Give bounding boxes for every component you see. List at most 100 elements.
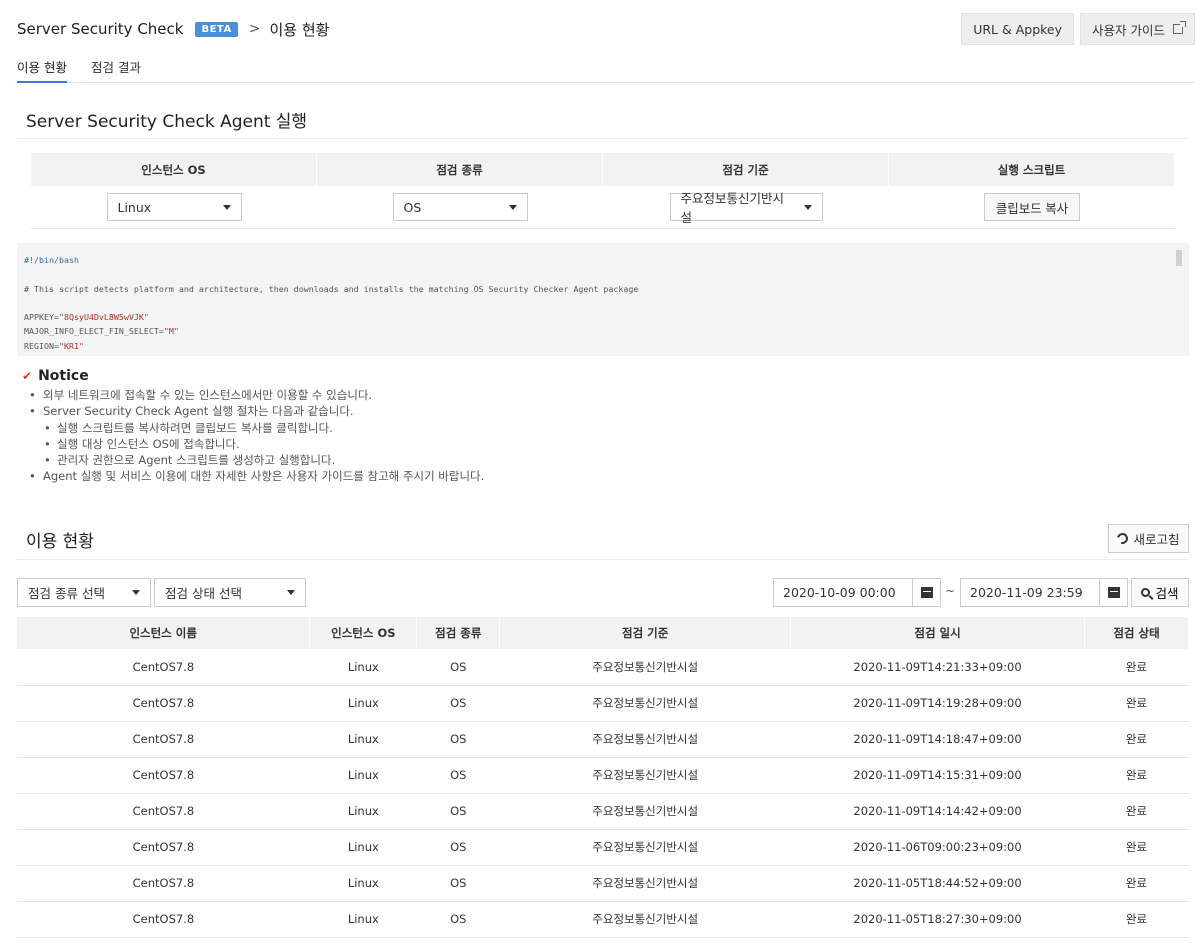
search-button[interactable]: 검색	[1131, 578, 1189, 607]
script-var-value: "M"	[163, 326, 179, 337]
instance-name-cell: CentOS7.8	[17, 829, 310, 866]
column-header[interactable]: 점검 종류	[416, 617, 501, 649]
instance-os-cell: Linux	[309, 829, 417, 866]
external-link-icon	[1173, 21, 1186, 34]
table-header-row: 인스턴스 이름 인스턴스 OS 점검 종류 점검 기준 점검 일시 점검 상태	[17, 617, 1189, 649]
check-status-cell: 완료	[1084, 793, 1189, 830]
search-label: 검색	[1155, 587, 1179, 601]
usage-section-title: 이용 현황	[17, 527, 1189, 560]
table-row[interactable]: CentOS7.8 Linux OS 주요정보통신기반시설 2020-11-05T18:…	[17, 901, 1189, 938]
refresh-label: 새로고침	[1133, 533, 1180, 547]
page-header: Server Security Check BETA > 이용 현황 URL &…	[17, 12, 1195, 46]
table-row[interactable]: CentOS7.8 Linux OS 주요정보통신기반시설 2020-11-09T14:…	[17, 649, 1189, 686]
notice-subitem: 관리자 권한으로 Agent 스크립트를 생성하고 실행합니다.	[22, 452, 1182, 469]
check-status-cell: 완료	[1084, 721, 1189, 758]
column-header[interactable]: 인스턴스 OS	[309, 617, 418, 649]
check-status-cell: 완료	[1084, 865, 1189, 902]
check-time-cell: 2020-11-05T18:27:30+09:00	[790, 901, 1085, 938]
instance-os-select[interactable]: Linux	[106, 193, 242, 221]
caret-down-icon	[803, 204, 812, 210]
date-from-value: 2020-10-09 00:00	[783, 585, 896, 600]
check-status-cell: 완료	[1084, 901, 1189, 938]
notice-item: 외부 네트워크에 접속할 수 있는 인스턴스에서만 이용할 수 있습니다.	[22, 387, 1182, 404]
caret-down-icon	[508, 204, 517, 210]
column-header[interactable]: 인스턴스 이름	[17, 617, 311, 649]
search-icon	[1141, 588, 1151, 597]
refresh-icon	[1115, 530, 1131, 547]
check-time-cell: 2020-11-09T14:18:47+09:00	[790, 721, 1085, 758]
date-to-field[interactable]: 2020-11-09 23:59	[960, 578, 1128, 607]
instance-os-cell: Linux	[309, 685, 417, 722]
column-header[interactable]: 점검 일시	[790, 617, 1085, 649]
filter-check-type-value: 점검 종류 선택	[28, 586, 105, 601]
copy-to-clipboard-button[interactable]: 클립보드 복사	[983, 193, 1081, 221]
notice-box: ✔ Notice 외부 네트워크에 접속할 수 있는 인스턴스에서만 이용할 수…	[22, 367, 1182, 485]
check-time-cell: 2020-11-09T14:21:33+09:00	[790, 649, 1085, 686]
date-to-value: 2020-11-09 23:59	[970, 585, 1083, 600]
check-status-cell: 완료	[1084, 649, 1189, 686]
filter-check-status-select[interactable]: 점검 상태 선택	[154, 578, 306, 607]
check-time-cell: 2020-11-09T14:14:42+09:00	[790, 793, 1085, 830]
check-standard-cell: 주요정보통신기반시설	[499, 901, 791, 938]
table-row[interactable]: CentOS7.8 Linux OS 주요정보통신기반시설 2020-11-09T14:…	[17, 757, 1189, 794]
instance-os-cell: Linux	[309, 757, 417, 794]
code-scrollbar[interactable]	[1176, 250, 1182, 266]
check-type-select[interactable]: OS	[392, 193, 528, 221]
check-type-cell: OS	[416, 757, 500, 794]
table-row[interactable]: CentOS7.8 Linux OS 주요정보통신기반시설 2020-11-09T14:…	[17, 721, 1189, 758]
breadcrumb-separator: >	[248, 21, 261, 37]
table-row[interactable]: CentOS7.8 Linux OS 주요정보통신기반시설 2020-11-09T14:…	[17, 685, 1189, 722]
calendar-icon	[920, 587, 933, 598]
script-code-block[interactable]: #!/bin/bash # This script detects platfo…	[17, 243, 1189, 356]
check-icon: ✔	[22, 369, 33, 383]
agent-config-table: 인스턴스 OS 점검 종류 점검 기준 실행 스크립트 Linux OS 주요정…	[31, 153, 1175, 229]
tab-usage[interactable]: 이용 현황	[17, 54, 67, 83]
check-standard-cell: 주요정보통신기반시설	[499, 793, 791, 830]
check-type-cell: OS	[416, 865, 500, 902]
instance-name-cell: CentOS7.8	[17, 649, 310, 686]
tab-results[interactable]: 점검 결과	[91, 54, 141, 83]
instance-os-value: Linux	[117, 199, 152, 215]
calendar-icon	[1107, 587, 1120, 598]
column-header: 인스턴스 OS	[31, 153, 317, 186]
column-header[interactable]: 점검 기준	[499, 617, 792, 649]
table-row[interactable]: CentOS7.8 Linux OS 주요정보통신기반시설 2020-11-06T09:…	[17, 829, 1189, 866]
check-standard-cell: 주요정보통신기반시설	[499, 685, 791, 722]
notice-subitem: 실행 대상 인스턴스 OS에 접속합니다.	[22, 436, 1182, 453]
table-row[interactable]: CentOS7.8 Linux OS 주요정보통신기반시설 2020-11-05T18:…	[17, 865, 1189, 902]
date-from-calendar-button[interactable]	[912, 579, 940, 606]
table-row[interactable]: CentOS7.8 Linux OS 주요정보통신기반시설 2020-11-09T14:…	[17, 793, 1189, 830]
instance-name-cell: CentOS7.8	[17, 901, 310, 938]
user-guide-label: 사용자 가이드	[1092, 22, 1165, 38]
script-var-name: APPKEY=	[24, 312, 59, 323]
notice-item: Server Security Check Agent 실행 절차는 다음과 같…	[22, 403, 1182, 420]
check-type-cell: OS	[416, 793, 500, 830]
column-header[interactable]: 점검 상태	[1084, 617, 1189, 649]
results-table: 인스턴스 이름 인스턴스 OS 점검 종류 점검 기준 점검 일시 점검 상태 …	[17, 617, 1189, 938]
check-time-cell: 2020-11-05T18:44:52+09:00	[790, 865, 1085, 902]
url-appkey-label: URL & Appkey	[973, 21, 1063, 37]
refresh-button[interactable]: 새로고침	[1108, 524, 1189, 553]
user-guide-button[interactable]: 사용자 가이드	[1080, 13, 1195, 45]
script-shebang: #!/bin/bash	[24, 255, 79, 265]
breadcrumb-current: 이용 현황	[269, 20, 330, 39]
tab-bar: 이용 현황 점검 결과	[17, 54, 1195, 83]
date-range-separator: ~	[945, 584, 956, 598]
instance-name-cell: CentOS7.8	[17, 721, 310, 758]
date-to-calendar-button[interactable]	[1099, 579, 1127, 606]
check-standard-cell: 주요정보통신기반시설	[499, 829, 791, 866]
filter-check-type-select[interactable]: 점검 종류 선택	[17, 578, 151, 607]
instance-name-cell: CentOS7.8	[17, 865, 310, 902]
date-from-field[interactable]: 2020-10-09 00:00	[773, 578, 941, 607]
url-appkey-button[interactable]: URL & Appkey	[961, 13, 1075, 45]
check-type-cell: OS	[416, 685, 500, 722]
check-status-cell: 완료	[1084, 829, 1189, 866]
check-time-cell: 2020-11-09T14:19:28+09:00	[790, 685, 1085, 722]
column-header: 점검 기준	[603, 153, 889, 186]
instance-os-cell: Linux	[309, 865, 417, 902]
check-time-cell: 2020-11-06T09:00:23+09:00	[790, 829, 1085, 866]
check-standard-select[interactable]: 주요정보통신기반시설	[669, 191, 823, 225]
script-var-value: "8QsyU4DvL8W5wVJK"	[58, 312, 149, 323]
script-var-name: MAJOR_INFO_ELECT_FIN_SELECT=	[24, 326, 164, 337]
check-status-cell: 완료	[1084, 757, 1189, 794]
